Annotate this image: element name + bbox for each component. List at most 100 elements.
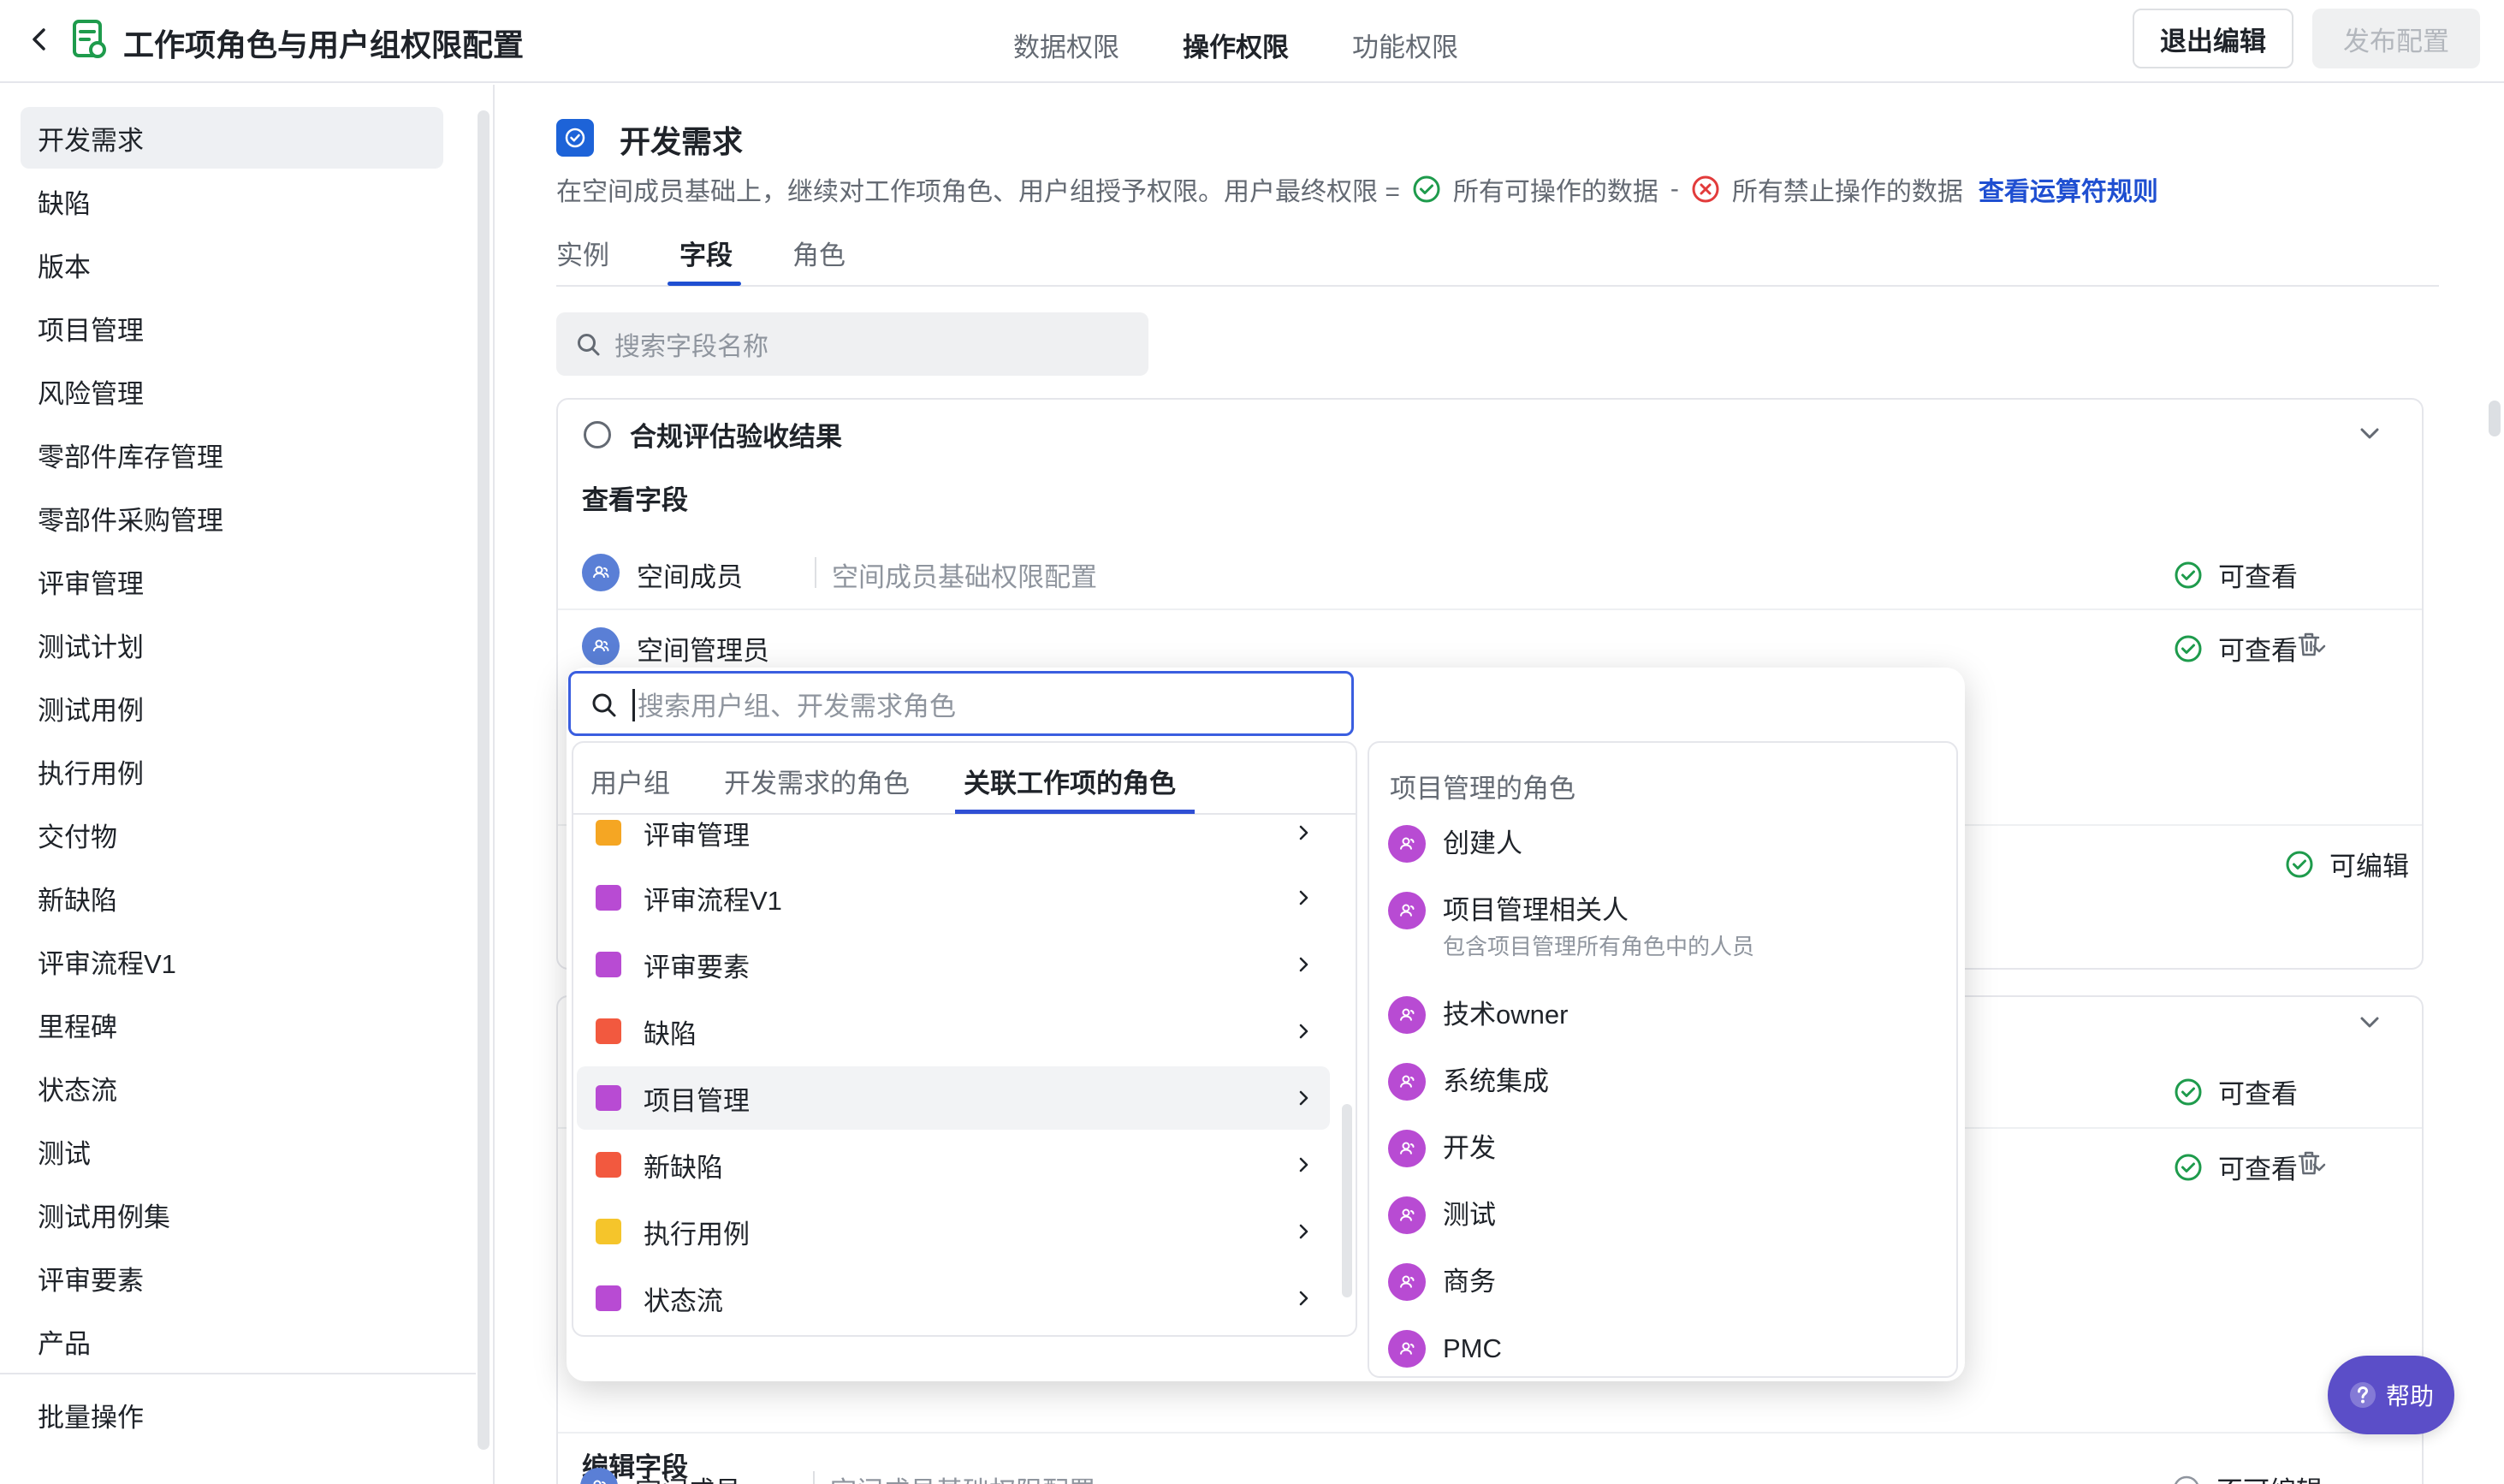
field-card-title[interactable]: 合规评估验收结果 (584, 415, 842, 454)
sidebar-item-review-element[interactable]: 评审要素 (21, 1247, 443, 1309)
field-radio[interactable] (584, 420, 611, 448)
category-item[interactable]: 评审流程V1 (577, 866, 1330, 929)
role-option[interactable]: PMC (1388, 1330, 1936, 1368)
role-category-panel: 用户组 开发需求的角色 关联工作项的角色 评审管理评审流程V1 评审要素缺陷项目管… (572, 741, 1357, 1337)
role-text: PMC (1443, 1330, 1502, 1368)
category-scrollbar[interactable] (1342, 1104, 1352, 1297)
tab-function-permission[interactable]: 功能权限 (1352, 26, 1458, 64)
tab-user-group[interactable]: 用户组 (590, 762, 670, 800)
role-person-icon (1388, 1063, 1426, 1101)
sidebar-item-state-flow[interactable]: 状态流 (21, 1057, 443, 1119)
tab-operation-permission[interactable]: 操作权限 (1183, 26, 1289, 64)
field-search-input[interactable]: 搜索字段名称 (556, 312, 1148, 376)
category-color-swatch (596, 1085, 621, 1111)
row-member-name: 空间成员 (635, 1469, 741, 1484)
sidebar-item-milestone[interactable]: 里程碑 (21, 994, 443, 1055)
trash-icon[interactable] (2292, 1146, 2326, 1180)
tab-related-workitem-roles[interactable]: 关联工作项的角色 (964, 762, 1176, 800)
sidebar-item-test-plan[interactable]: 测试计划 (21, 614, 443, 675)
operator-rules-link[interactable]: 查看运算符规则 (1979, 170, 2158, 208)
permission-label: 可查看 (2218, 1155, 2298, 1184)
chevron-down-icon[interactable] (2355, 418, 2384, 448)
category-item[interactable]: 执行用例 (577, 1200, 1330, 1263)
sidebar-item-execution-case[interactable]: 执行用例 (21, 740, 443, 802)
sidebar-item-dev-requirement[interactable]: 开发需求 (21, 107, 443, 169)
trash-icon[interactable] (2292, 627, 2326, 662)
role-person-icon (1388, 1196, 1426, 1234)
row-member-name: 空间成员 (637, 562, 743, 592)
category-item[interactable]: 项目管理 (577, 1066, 1330, 1130)
role-option[interactable]: 开发 (1388, 1130, 1936, 1167)
search-icon (590, 691, 619, 720)
app-doc-icon (70, 19, 108, 60)
sidebar-item-product[interactable]: 产品 (21, 1310, 443, 1372)
sidebar-item-deliverable[interactable]: 交付物 (21, 804, 443, 865)
chevron-right-icon (1292, 1287, 1314, 1309)
requirement-check-icon (556, 119, 594, 157)
sidebar-item-version[interactable]: 版本 (21, 234, 443, 295)
chevron-down-icon[interactable] (2355, 1007, 2384, 1036)
role-text: 测试 (1443, 1196, 1496, 1234)
role-name: 技术owner (1443, 1000, 1569, 1030)
sidebar-item-parts-purchase[interactable]: 零部件采购管理 (21, 487, 443, 549)
role-search-placeholder: 搜索用户组、开发需求角色 (638, 691, 956, 721)
sidebar-item-defect[interactable]: 缺陷 (21, 170, 443, 232)
role-text: 系统集成 (1443, 1063, 1549, 1101)
role-option[interactable]: 项目管理相关人 包含项目管理所有角色中的人员 (1388, 892, 1936, 961)
sidebar-item-test[interactable]: 测试 (21, 1120, 443, 1182)
row-separator (815, 557, 816, 588)
tab-role[interactable]: 角色 (792, 234, 846, 272)
sidebar-item-parts-inventory[interactable]: 零部件库存管理 (21, 424, 443, 485)
chevron-right-icon (1292, 953, 1314, 976)
role-text: 开发 (1443, 1130, 1496, 1167)
tab-requirement-roles[interactable]: 开发需求的角色 (724, 762, 910, 800)
permission-description: 在空间成员基础上，继续对工作项角色、用户组授予权限。用户最终权限 = 所有可操作… (556, 170, 2158, 208)
sidebar-item-review-management[interactable]: 评审管理 (21, 550, 443, 612)
sidebar-item-test-case-set[interactable]: 测试用例集 (21, 1184, 443, 1245)
sidebar-item-risk-management[interactable]: 风险管理 (21, 360, 443, 422)
main-scrollbar[interactable] (2489, 401, 2501, 436)
tab-instance[interactable]: 实例 (556, 234, 609, 272)
category-item[interactable]: 新缺陷 (577, 1133, 1330, 1196)
role-description: 包含项目管理所有角色中的人员 (1443, 934, 1755, 959)
permission-status: 可查看 (2174, 1072, 2298, 1111)
category-item[interactable]: 评审要素 (577, 933, 1330, 996)
tab-field[interactable]: 字段 (679, 234, 733, 272)
field-name: 合规评估验收结果 (630, 422, 842, 452)
role-search-input[interactable]: 搜索用户组、开发需求角色 (568, 671, 1354, 736)
role-person-icon (1388, 996, 1426, 1034)
category-item[interactable]: 评审管理 (577, 801, 1330, 864)
batch-operation-button[interactable]: 批量操作 (21, 1384, 443, 1445)
role-option[interactable]: 系统集成 (1388, 1063, 1936, 1101)
category-label: 评审流程V1 (644, 885, 782, 916)
tab-data-permission[interactable]: 数据权限 (1013, 26, 1119, 64)
help-button[interactable]: 帮助 (2328, 1356, 2454, 1434)
category-item[interactable]: 缺陷 (577, 1000, 1330, 1063)
row-member-desc: 空间成员基础权限配置 (832, 562, 1097, 592)
chevron-right-icon (1292, 1020, 1314, 1042)
permission-label: 可查看 (2218, 636, 2298, 666)
category-item[interactable]: 状态流 (577, 1267, 1330, 1330)
category-label: 状态流 (644, 1285, 723, 1316)
category-label: 缺陷 (644, 1018, 697, 1049)
sub-tabs: 实例 字段 角色 (556, 234, 2439, 287)
role-text: 项目管理相关人 包含项目管理所有角色中的人员 (1443, 892, 1754, 961)
role-option[interactable]: 测试 (1388, 1196, 1936, 1234)
sidebar-item-test-case[interactable]: 测试用例 (21, 677, 443, 739)
role-option[interactable]: 创建人 (1388, 825, 1936, 863)
desc-allowed: 所有可操作的数据 (1452, 178, 1658, 206)
row-admin-name: 空间管理员 (637, 636, 769, 666)
sidebar-scrollbar[interactable] (478, 110, 490, 1450)
exit-edit-button[interactable]: 退出编辑 (2133, 9, 2293, 68)
sidebar-item-review-flow-v1[interactable]: 评审流程V1 (21, 930, 443, 992)
sidebar-divider (0, 1373, 476, 1374)
role-option[interactable]: 商务 (1388, 1263, 1936, 1301)
back-arrow-icon[interactable] (22, 22, 56, 56)
permission-status: 可查看 (2174, 555, 2298, 594)
sidebar-item-new-defect[interactable]: 新缺陷 (21, 867, 443, 929)
permission-status: 不可编辑 (2172, 1469, 2323, 1484)
publish-config-button[interactable]: 发布配置 (2312, 9, 2480, 68)
chevron-right-icon (1292, 887, 1314, 909)
sidebar-item-project-management[interactable]: 项目管理 (21, 297, 443, 359)
role-option[interactable]: 技术owner (1388, 996, 1936, 1034)
